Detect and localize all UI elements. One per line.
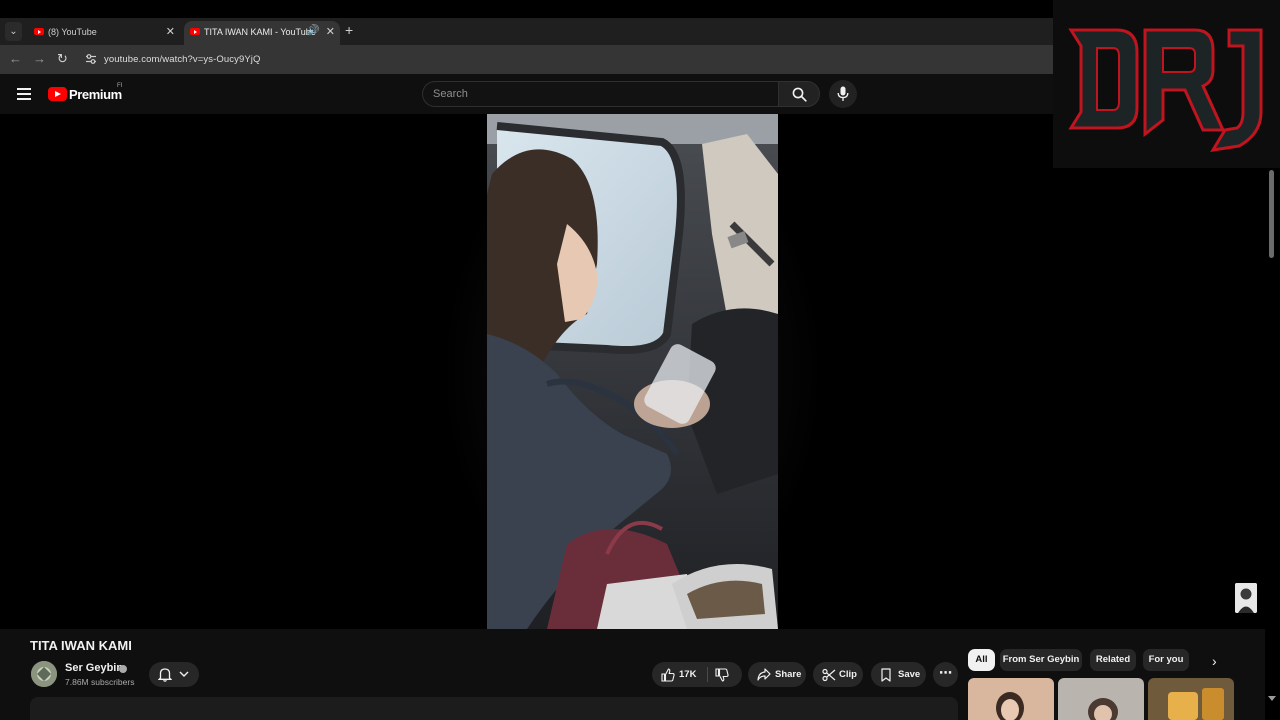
search-button[interactable] — [778, 81, 820, 107]
tab-title: TITA IWAN KAMI - YouTube — [204, 27, 316, 37]
drj-overlay-logo — [1053, 0, 1280, 168]
thumbnail-image — [1058, 678, 1144, 720]
search-input[interactable] — [433, 82, 763, 106]
chip-related[interactable]: Related — [1090, 649, 1136, 671]
youtube-favicon-icon — [190, 28, 200, 35]
recommended-thumbnail[interactable] — [968, 678, 1054, 720]
like-separator — [707, 667, 708, 682]
channel-avatar[interactable] — [31, 661, 57, 687]
browser-tab-strip: ⌄ (8) YouTube ✕ TITA IWAN KAMI - YouTube… — [0, 18, 1053, 45]
youtube-favicon-icon — [34, 28, 44, 35]
notifications-subscribe-button[interactable] — [149, 662, 199, 687]
thumbs-up-icon[interactable] — [661, 668, 675, 682]
description-box[interactable] — [30, 697, 958, 720]
reload-icon[interactable]: ↻ — [57, 52, 68, 66]
thumbs-down-icon[interactable] — [715, 668, 729, 682]
close-tab-icon[interactable]: ✕ — [326, 25, 335, 38]
scroll-down-arrow-icon[interactable] — [1268, 696, 1276, 701]
channel-watermark[interactable] — [1235, 583, 1257, 613]
save-button[interactable]: Save — [871, 662, 926, 687]
new-tab-icon[interactable]: + — [345, 22, 353, 38]
recommended-thumbnail[interactable] — [1148, 678, 1234, 720]
chip-all[interactable]: All — [968, 649, 995, 671]
recommended-thumbnail[interactable] — [1058, 678, 1144, 720]
thumbnail-image — [1148, 678, 1234, 720]
chip-for-you[interactable]: For you — [1143, 649, 1189, 671]
country-code: FI — [117, 83, 123, 89]
hamburger-menu-icon[interactable] — [17, 88, 31, 100]
microphone-icon — [837, 86, 849, 101]
save-label: Save — [898, 669, 921, 680]
youtube-logo-icon[interactable] — [48, 87, 67, 101]
share-button[interactable]: Share — [748, 662, 806, 687]
scrollbar-thumb[interactable] — [1269, 170, 1274, 258]
video-info-section: TITA IWAN KAMI Ser Geybin 7.86M subscrib… — [0, 629, 1265, 720]
page-scrollbar[interactable] — [1265, 168, 1280, 720]
subscriber-count: 7.86M subscribers — [65, 677, 135, 687]
channel-name[interactable]: Ser Geybin — [65, 662, 123, 674]
tab-youtube-home[interactable]: (8) YouTube ✕ — [28, 21, 180, 45]
like-dislike-group: 17K — [652, 662, 742, 687]
more-actions-icon[interactable]: ⋯ — [933, 662, 958, 687]
url-field[interactable]: youtube.com/watch?v=ys-Oucy9YjQ — [104, 54, 261, 65]
bookmark-icon — [881, 668, 891, 682]
tab-search-dropdown-icon[interactable]: ⌄ — [5, 22, 22, 41]
channel-avatar-image — [31, 661, 57, 687]
verified-badge-icon — [119, 665, 127, 673]
speaker-icon[interactable]: 🔊 — [307, 25, 319, 36]
back-arrow-icon[interactable]: ← — [9, 52, 22, 66]
scissors-icon — [822, 668, 836, 682]
chevron-right-icon[interactable]: › — [1212, 653, 1217, 669]
video-still-image — [487, 114, 778, 629]
voice-search-button[interactable] — [829, 80, 857, 108]
channel-watermark-image — [1235, 583, 1257, 613]
drj-logo-image — [1068, 28, 1263, 152]
forward-arrow-icon[interactable]: → — [33, 52, 46, 66]
bell-icon — [158, 668, 172, 682]
clip-button[interactable]: Clip — [813, 662, 863, 687]
share-icon — [757, 668, 771, 681]
tab-current-video[interactable]: TITA IWAN KAMI - YouTube 🔊 ✕ — [184, 21, 340, 45]
video-title: TITA IWAN KAMI — [30, 638, 132, 653]
thumbnail-image — [968, 678, 1054, 720]
tab-title: (8) YouTube — [48, 27, 97, 37]
youtube-premium-wordmark[interactable]: Premium — [69, 87, 122, 102]
chevron-down-icon — [179, 671, 189, 677]
video-player[interactable] — [0, 114, 1265, 629]
search-icon — [792, 87, 807, 102]
clip-label: Clip — [839, 669, 857, 680]
site-settings-icon[interactable] — [85, 53, 97, 65]
video-frame[interactable] — [487, 114, 778, 629]
like-count[interactable]: 17K — [679, 669, 696, 680]
chip-from-channel[interactable]: From Ser Geybin — [1000, 649, 1082, 671]
close-tab-icon[interactable]: ✕ — [166, 25, 175, 38]
share-label: Share — [775, 669, 802, 680]
search-box — [422, 81, 778, 107]
address-toolbar: ← → ↻ youtube.com/watch?v=ys-Oucy9YjQ — [0, 45, 1053, 74]
